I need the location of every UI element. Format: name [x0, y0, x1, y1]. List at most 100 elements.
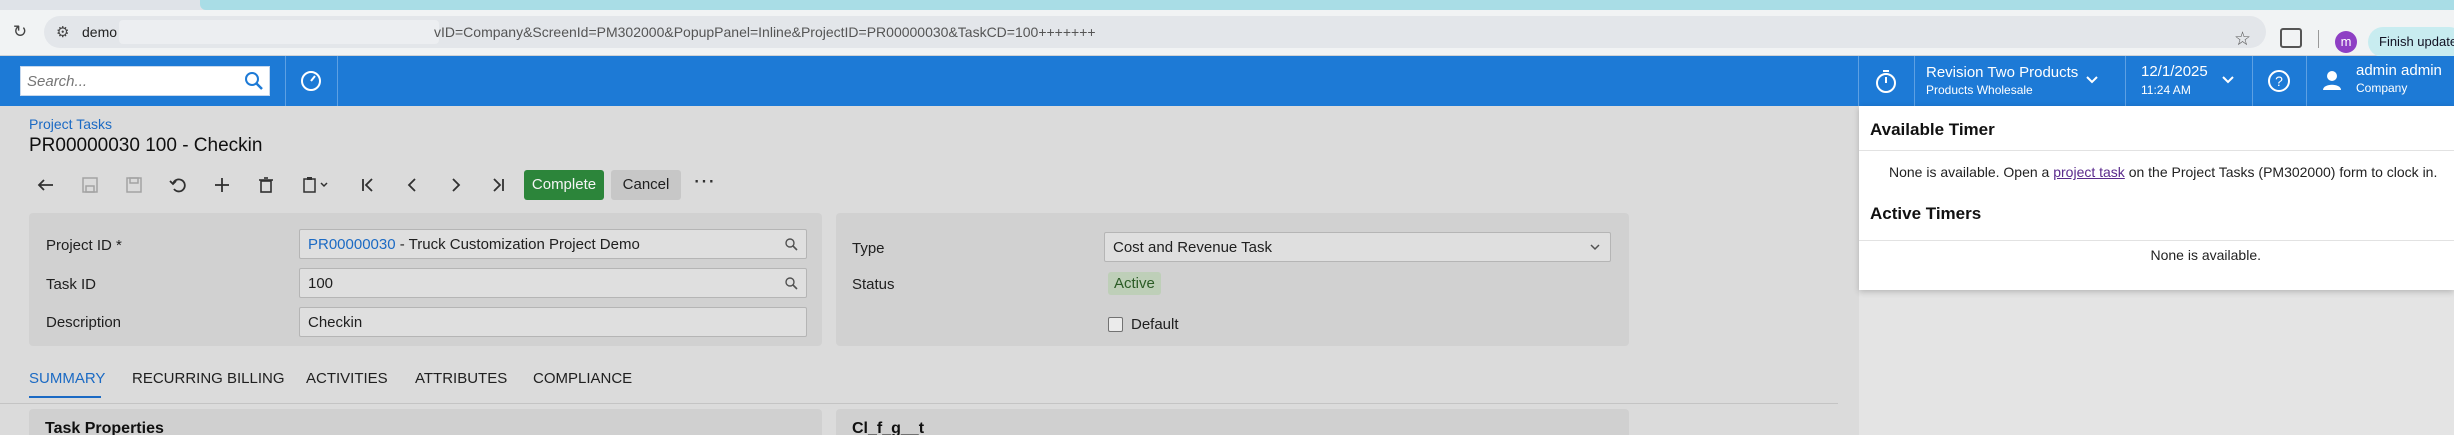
revert-button[interactable] [161, 168, 195, 202]
add-button[interactable] [205, 168, 239, 202]
tab-activities[interactable]: ACTIVITIES [306, 370, 388, 387]
save-close-button[interactable] [117, 168, 151, 202]
business-date: 12/1/2025 [2141, 63, 2208, 80]
toolbar-separator [2318, 30, 2319, 48]
more-actions-icon[interactable]: ⋯ [689, 168, 719, 202]
save-button[interactable] [73, 168, 107, 202]
active-timers-title: Active Timers [1870, 204, 1982, 223]
default-checkbox[interactable] [1108, 317, 1123, 332]
last-icon [493, 178, 504, 192]
timer-popup: Available Timer None is available. Open … [1859, 106, 2454, 290]
user-menu[interactable]: admin admin Company [2356, 62, 2442, 95]
right-section: Cl_f_g__t [836, 409, 1629, 435]
breadcrumb[interactable]: Project Tasks [29, 116, 112, 132]
search-input[interactable] [21, 67, 241, 95]
description-value: Checkin [308, 314, 363, 331]
user-name: admin admin [2356, 62, 2442, 79]
complete-button[interactable]: Complete [524, 170, 604, 200]
user-company: Company [2356, 81, 2408, 95]
next-record-button[interactable] [439, 168, 473, 202]
page-title: PR00000030 100 - Checkin [29, 135, 263, 156]
business-date-selector[interactable]: 12/1/2025 11:24 AM [2141, 63, 2208, 97]
default-label: Default [1131, 316, 1179, 333]
company-name: Revision Two Products [1926, 64, 2079, 81]
business-time: 11:24 AM [2141, 83, 2191, 97]
tab-attributes[interactable]: ATTRIBUTES [415, 370, 507, 387]
help-icon[interactable]: ? [2266, 68, 2292, 94]
project-id-description: - Truck Customization Project Demo [395, 236, 640, 253]
active-timers-message: None is available. [2150, 247, 2261, 263]
task-type-card: Type Cost and Revenue Task Status Active… [836, 213, 1629, 346]
browser-active-tab[interactable] [200, 0, 2454, 10]
company-selector[interactable]: Revision Two Products Products Wholesale [1926, 64, 2078, 97]
chevron-right-icon [452, 178, 461, 192]
cancel-button[interactable]: Cancel [611, 170, 681, 200]
task-id-label: Task ID [46, 276, 97, 293]
project-id-link[interactable]: PR00000030 [308, 236, 396, 253]
description-label: Description [46, 314, 122, 331]
task-id-field[interactable]: 100 [299, 268, 807, 298]
popup-divider [1859, 240, 2454, 241]
header-divider [1914, 56, 1915, 106]
project-task-link[interactable]: project task [2053, 164, 2125, 180]
tab-bar-border [0, 403, 1838, 404]
description-field[interactable]: Checkin [299, 307, 807, 337]
url-host: demo [82, 24, 118, 40]
user-icon[interactable] [2320, 68, 2344, 92]
available-timer-message: None is available. Open a project task o… [1889, 164, 2437, 180]
company-branch: Products Wholesale [1926, 83, 2033, 97]
copy-paste-button[interactable] [295, 168, 337, 202]
url-path: vID=Company&ScreenId=PM302000&PopupPanel… [434, 24, 1096, 40]
search-icon[interactable] [243, 70, 265, 92]
chevron-down-icon[interactable] [2082, 70, 2102, 90]
project-id-field[interactable]: PR00000030 - Truck Customization Project… [299, 229, 807, 259]
active-tab-indicator [29, 396, 101, 398]
bookmark-star-icon[interactable]: ☆ [2234, 28, 2251, 51]
browser-address-bar: ↻ ⚙ demo vID=Company&ScreenId=PM302000&P… [0, 10, 2454, 57]
header-divider [2252, 56, 2253, 106]
back-arrow-icon [37, 179, 53, 191]
search-icon[interactable] [784, 276, 798, 290]
reload-icon[interactable]: ↻ [10, 22, 30, 42]
plus-icon [215, 178, 229, 192]
message-text: on the Project Tasks (PM302000) form to … [2124, 164, 2438, 180]
undo-icon [169, 178, 186, 193]
first-record-button[interactable] [351, 168, 385, 202]
chevron-down-icon [1590, 244, 1600, 251]
finish-update-button[interactable]: Finish update [2368, 27, 2454, 57]
tab-recurring-billing[interactable]: RECURRING BILLING [132, 370, 285, 387]
profile-avatar[interactable]: m [2335, 31, 2357, 53]
section-title: Cl_f_g__t [852, 420, 925, 435]
recent-history-button[interactable] [286, 56, 336, 106]
save-close-icon [126, 177, 142, 193]
last-record-button[interactable] [481, 168, 515, 202]
tab-summary[interactable]: SUMMARY [29, 370, 105, 387]
type-label: Type [852, 240, 885, 257]
url-box[interactable]: ⚙ demo vID=Company&ScreenId=PM302000&Pop… [44, 16, 2266, 48]
status-label: Status [852, 276, 895, 293]
chevron-down-icon[interactable] [2218, 70, 2238, 90]
search-icon[interactable] [784, 237, 798, 251]
type-select[interactable]: Cost and Revenue Task [1104, 232, 1611, 262]
undo-back-button[interactable] [29, 168, 63, 202]
popup-divider [1859, 150, 2454, 151]
chevron-left-icon [407, 178, 416, 192]
tab-compliance[interactable]: COMPLIANCE [533, 370, 632, 387]
available-timer-title: Available Timer [1870, 120, 1995, 139]
delete-button[interactable] [249, 168, 283, 202]
extensions-icon[interactable] [2280, 28, 2302, 48]
timer-button[interactable] [1858, 56, 1914, 106]
header-divider [2306, 56, 2307, 106]
task-properties-section: Task Properties [29, 409, 822, 435]
site-settings-icon[interactable]: ⚙ [56, 23, 69, 41]
trash-icon [259, 177, 273, 193]
header-divider [2125, 56, 2126, 106]
previous-record-button[interactable] [395, 168, 429, 202]
type-value: Cost and Revenue Task [1113, 239, 1272, 256]
task-id-value: 100 [308, 275, 334, 292]
search-box[interactable] [20, 66, 270, 96]
first-icon [362, 178, 373, 192]
section-title: Task Properties [45, 420, 164, 435]
history-icon [301, 71, 321, 91]
clipboard-icon [303, 177, 328, 193]
